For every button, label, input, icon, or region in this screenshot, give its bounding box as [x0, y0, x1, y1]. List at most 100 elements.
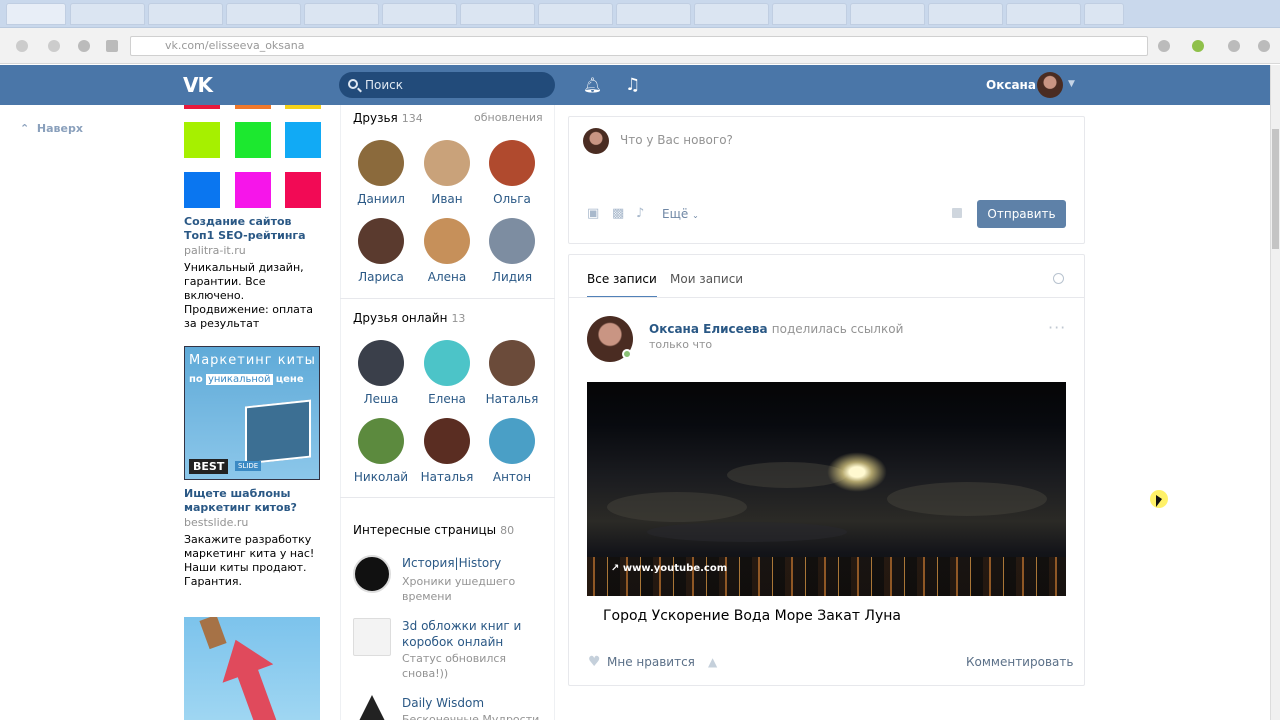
chevron-down-icon[interactable]: ▼ — [1068, 79, 1075, 89]
like-button[interactable]: Мне нравится — [607, 654, 695, 670]
reload-icon[interactable] — [78, 40, 90, 52]
home-icon[interactable] — [106, 40, 118, 52]
browser-tab[interactable] — [616, 3, 691, 25]
browser-tab[interactable] — [772, 3, 847, 25]
browser-tab[interactable] — [928, 3, 1003, 25]
ad-domain[interactable]: palitra-it.ru — [184, 244, 246, 258]
friends-section-title[interactable]: Друзья 134 — [353, 110, 423, 127]
address-bar[interactable]: vk.com/elisseeva_oksana — [130, 36, 1148, 56]
scroll-to-top-label: Наверх — [36, 122, 83, 135]
friend-item[interactable]: Лидия — [482, 218, 542, 284]
moon-glow — [827, 452, 887, 492]
friend-item[interactable]: Даниил — [351, 140, 411, 206]
friend-item[interactable]: Лариса — [351, 218, 411, 284]
ad-color-swatch[interactable] — [235, 122, 271, 158]
music-note-icon[interactable]: ♪ — [636, 206, 644, 222]
back-icon[interactable] — [16, 40, 28, 52]
banner-word: цене — [275, 374, 304, 385]
ad-text: Закажите разработку маркетинг кита у нас… — [184, 533, 315, 588]
browser-tab[interactable] — [148, 3, 223, 25]
pages-section-title[interactable]: Интересные страницы 80 — [353, 522, 514, 539]
user-name[interactable]: Оксана — [986, 77, 1036, 93]
video-title[interactable]: Город Ускорение Вода Море Закат Луна — [603, 607, 901, 625]
bookmark-icon[interactable] — [1158, 40, 1170, 52]
pages-title-text: Интересные страницы — [353, 523, 497, 537]
search-input[interactable]: Поиск — [339, 72, 555, 98]
tab-all-posts[interactable]: Все записи — [587, 271, 657, 287]
friend-item[interactable]: Ольга — [482, 140, 542, 206]
ad-domain[interactable]: bestslide.ru — [184, 516, 248, 530]
friend-item[interactable]: Иван — [417, 140, 477, 206]
heart-icon[interactable]: ♥ — [588, 655, 601, 669]
video-source[interactable]: ↗ www.youtube.com — [611, 563, 727, 574]
send-button[interactable]: Отправить — [977, 200, 1066, 228]
ad-color-swatch[interactable] — [184, 122, 220, 158]
comment-button[interactable]: Комментировать — [966, 654, 1073, 670]
ad-color-swatch[interactable] — [285, 122, 321, 158]
page-status: Хроники ушедшего времени — [402, 575, 516, 603]
friend-item[interactable]: Антон — [482, 418, 542, 484]
browser-tab[interactable] — [694, 3, 769, 25]
extension-icon[interactable] — [1192, 40, 1204, 52]
more-attachments-button[interactable]: Ещё ⌄ — [662, 206, 699, 224]
post-author[interactable]: Оксана Елисеева поделилась ссылкой — [649, 321, 903, 337]
browser-tab[interactable] — [850, 3, 925, 25]
friend-item[interactable]: Наталья — [417, 418, 477, 484]
browser-tab[interactable] — [226, 3, 301, 25]
composer-input[interactable]: Что у Вас нового? — [620, 132, 733, 148]
friends-updates-link[interactable]: обновления — [474, 110, 543, 126]
browser-tab[interactable] — [382, 3, 457, 25]
ad-color-swatch — [184, 105, 220, 109]
friend-item[interactable]: Николай — [351, 418, 411, 484]
notifications-bell-icon[interactable]: 🔔︎ — [583, 76, 602, 94]
scroll-to-top-link[interactable]: ⌃ Наверх — [20, 121, 83, 137]
forward-icon[interactable] — [48, 40, 60, 52]
friend-item[interactable]: Леша — [351, 340, 411, 406]
ad-color-swatch[interactable] — [235, 172, 271, 208]
music-note-icon[interactable]: ♫ — [625, 74, 643, 96]
vk-logo[interactable]: VK — [183, 74, 217, 96]
megaphone-icon[interactable]: ▲ — [708, 655, 717, 669]
page-item[interactable]: 3d обложки книг и коробок онлайн Статус … — [353, 618, 543, 682]
ad-banner[interactable]: Маркетинг киты по уникальной цене BEST S… — [184, 346, 320, 480]
browser-tab[interactable] — [460, 3, 535, 25]
page-name[interactable]: 3d обложки книг и коробок онлайн — [402, 618, 522, 650]
video-frame-detail — [887, 482, 1047, 516]
ad-title[interactable]: Создание сайтов Топ1 SEO-рейтинга — [184, 215, 320, 243]
page-name[interactable]: История|History — [402, 555, 542, 571]
browser-tab[interactable] — [538, 3, 613, 25]
browser-tab[interactable] — [6, 3, 66, 25]
ad-color-swatch[interactable] — [184, 172, 220, 208]
ad-image[interactable] — [184, 617, 320, 720]
tab-my-posts[interactable]: Мои записи — [670, 271, 743, 287]
camera-icon[interactable]: ▣ — [587, 206, 599, 222]
browser-tab[interactable] — [1084, 3, 1124, 25]
video-player[interactable]: ↗ www.youtube.com — [587, 382, 1066, 596]
scrollbar[interactable] — [1270, 65, 1280, 720]
page-item[interactable]: История|History Хроники ушедшего времени — [353, 555, 543, 605]
search-icon[interactable] — [1053, 273, 1064, 284]
browser-tab[interactable] — [1006, 3, 1081, 25]
scrollbar-thumb[interactable] — [1272, 129, 1279, 249]
more-options-icon[interactable]: ··· — [1048, 320, 1066, 336]
post-time[interactable]: только что — [649, 338, 712, 352]
page-item[interactable]: Daily Wisdom Бесконечные Мудрости — [353, 695, 543, 720]
online-friends-section-title[interactable]: Друзья онлайн 13 — [353, 310, 465, 327]
friend-item[interactable]: Наталья — [482, 340, 542, 406]
banner-highlight: уникальной — [205, 374, 273, 385]
settings-icon[interactable] — [1258, 40, 1270, 52]
video-icon[interactable]: ▩ — [612, 206, 624, 222]
menu-icon[interactable] — [1228, 40, 1240, 52]
ad-color-swatch[interactable] — [285, 172, 321, 208]
author-name[interactable]: Оксана Елисеева — [649, 322, 768, 336]
friend-name: Ольга — [493, 192, 531, 206]
ad-text: Уникальный дизайн, гарантии. Все включен… — [184, 261, 314, 330]
ad-title[interactable]: Ищете шаблоны маркетинг китов? — [184, 487, 320, 515]
page-name[interactable]: Daily Wisdom — [402, 695, 542, 711]
friend-item[interactable]: Алена — [417, 218, 477, 284]
avatar[interactable] — [1037, 72, 1063, 98]
browser-tab[interactable] — [70, 3, 145, 25]
browser-tab[interactable] — [304, 3, 379, 25]
friend-item[interactable]: Елена — [417, 340, 477, 406]
lock-icon[interactable] — [952, 208, 962, 218]
